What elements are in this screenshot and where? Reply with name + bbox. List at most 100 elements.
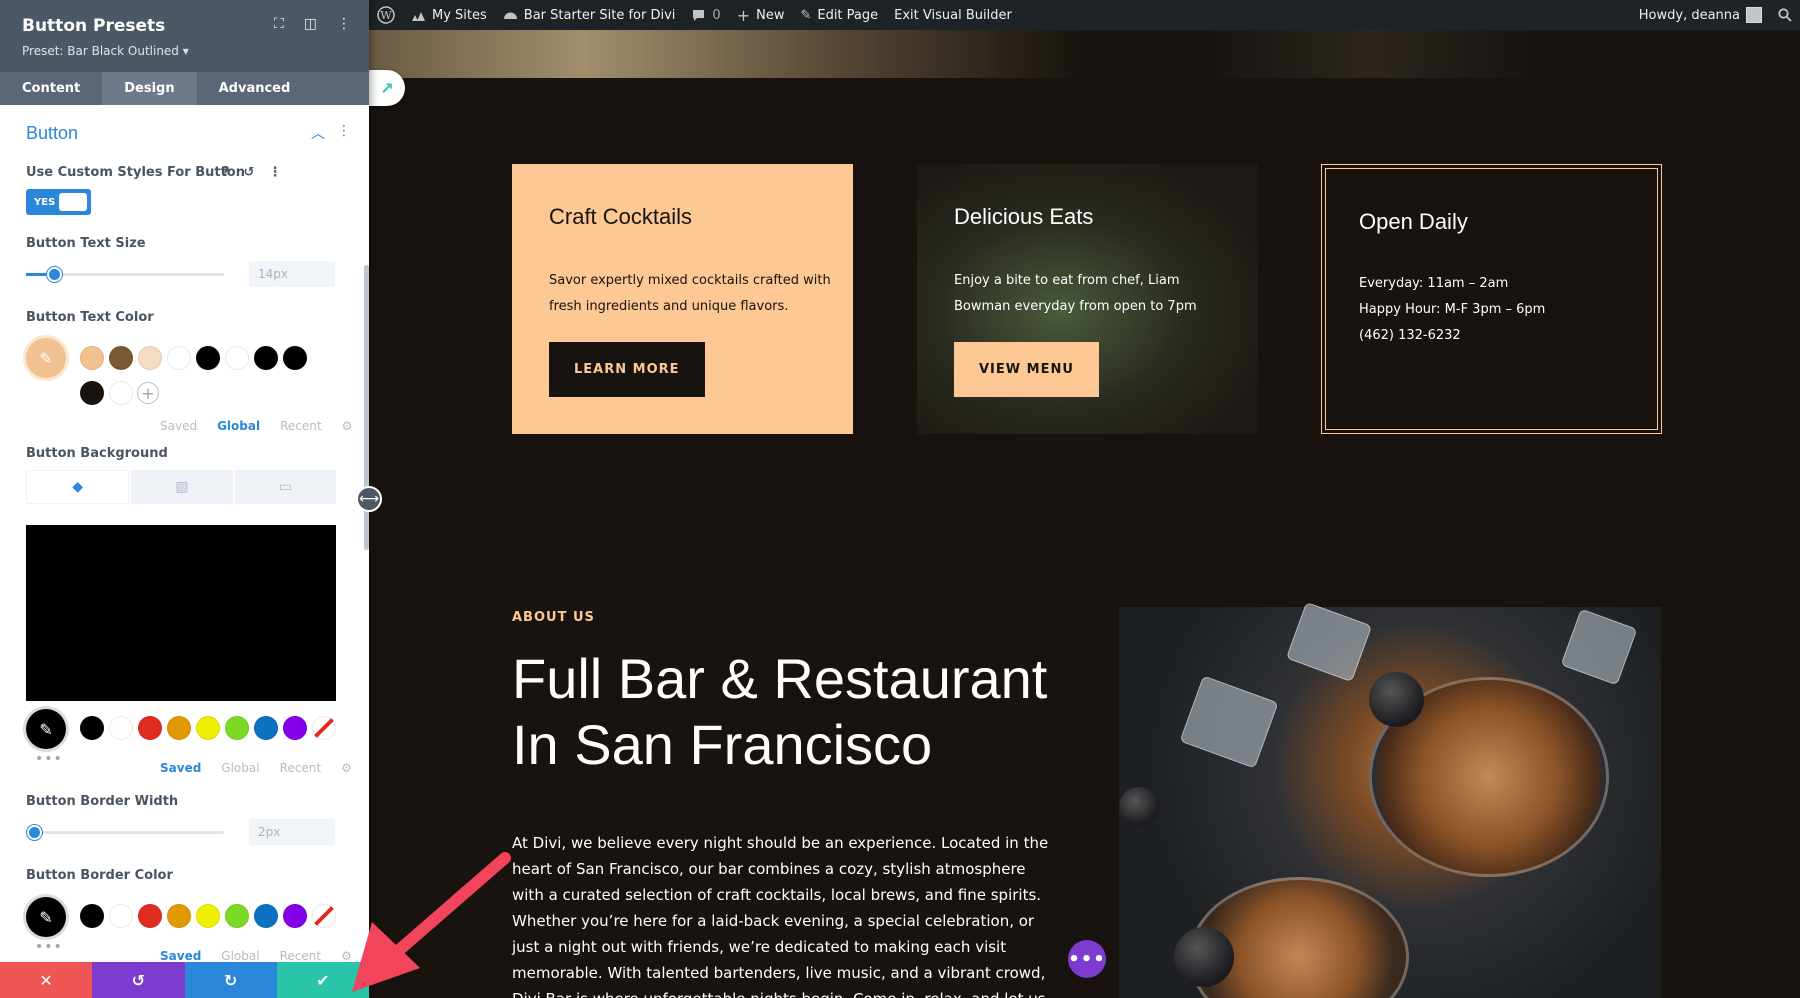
border-width-input[interactable]: 2px bbox=[249, 819, 335, 845]
my-sites-menu[interactable]: My Sites bbox=[403, 0, 495, 30]
palette-tab-global[interactable]: Global bbox=[221, 761, 259, 775]
color-swatch[interactable] bbox=[254, 904, 278, 928]
palette-tab-recent[interactable]: Recent bbox=[280, 949, 321, 962]
color-swatch[interactable] bbox=[167, 346, 191, 370]
section-more-icon[interactable]: ⋮ bbox=[337, 123, 351, 143]
slider-thumb[interactable] bbox=[47, 267, 62, 282]
add-color-icon[interactable]: + bbox=[137, 382, 159, 404]
panel-title: Button Presets bbox=[22, 16, 165, 36]
section-title[interactable]: Button bbox=[26, 123, 78, 144]
color-swatch[interactable] bbox=[80, 381, 104, 405]
site-name-label: Bar Starter Site for Divi bbox=[524, 8, 676, 23]
color-swatch[interactable] bbox=[225, 904, 249, 928]
builder-toggle-button[interactable]: ↗ bbox=[369, 70, 405, 106]
color-swatch[interactable] bbox=[225, 716, 249, 740]
reset-icon[interactable]: ↺ bbox=[244, 165, 255, 180]
border-eyedropper-icon[interactable]: ✎ bbox=[26, 897, 66, 937]
slider-thumb[interactable] bbox=[27, 825, 42, 840]
bg-image-tab-icon[interactable]: ▭ bbox=[235, 470, 336, 504]
comments-link[interactable]: 0 bbox=[683, 0, 728, 30]
palette-settings-icon[interactable]: ⚙ bbox=[341, 761, 352, 775]
wp-admin-bar: W My Sites Bar Starter Site for Divi 0 +… bbox=[369, 0, 1800, 30]
cancel-button[interactable]: ✕ bbox=[0, 962, 92, 998]
color-swatch[interactable] bbox=[109, 346, 133, 370]
color-swatch[interactable] bbox=[196, 346, 220, 370]
more-options-icon[interactable]: ⋮ bbox=[337, 16, 351, 32]
more-colors-icon[interactable]: ••• bbox=[35, 751, 63, 767]
palette-tab-recent[interactable]: Recent bbox=[280, 419, 321, 433]
text-color-eyedropper-icon[interactable]: ✎ bbox=[26, 338, 66, 378]
color-swatch[interactable] bbox=[80, 904, 104, 928]
fullscreen-icon[interactable]: ⛶ bbox=[274, 16, 284, 32]
color-swatch[interactable] bbox=[138, 716, 162, 740]
option-more-icon[interactable]: ⋮ bbox=[268, 165, 281, 180]
site-name-menu[interactable]: Bar Starter Site for Divi bbox=[495, 0, 684, 30]
palette-tab-saved[interactable]: Saved bbox=[160, 761, 201, 775]
palette-tab-global[interactable]: Global bbox=[221, 949, 259, 962]
tab-advanced[interactable]: Advanced bbox=[197, 72, 313, 105]
color-swatch[interactable] bbox=[109, 381, 133, 405]
color-swatch[interactable] bbox=[109, 716, 133, 740]
bg-gradient-tab-icon[interactable]: ▧ bbox=[131, 470, 232, 504]
palette-settings-icon[interactable]: ⚙ bbox=[342, 419, 353, 433]
split-view-icon[interactable]: ◫ bbox=[304, 16, 317, 32]
color-swatch[interactable] bbox=[138, 346, 162, 370]
page-canvas: Craft Cocktails Savor expertly mixed coc… bbox=[369, 30, 1800, 998]
text-size-input[interactable]: 14px bbox=[249, 261, 335, 287]
color-swatch[interactable] bbox=[109, 904, 133, 928]
color-swatch[interactable] bbox=[283, 904, 307, 928]
color-swatch[interactable] bbox=[254, 346, 278, 370]
custom-styles-toggle[interactable]: YES bbox=[26, 189, 91, 215]
color-swatch[interactable] bbox=[254, 716, 278, 740]
border-width-slider[interactable] bbox=[26, 831, 224, 834]
edit-page-link[interactable]: ✎ Edit Page bbox=[792, 0, 886, 30]
view-menu-button[interactable]: VIEW MENU bbox=[954, 342, 1099, 397]
palette-tab-global[interactable]: Global bbox=[217, 419, 260, 433]
background-color-preview[interactable] bbox=[26, 525, 336, 701]
toggle-label: YES bbox=[34, 197, 55, 208]
color-swatch[interactable] bbox=[283, 716, 307, 740]
account-menu[interactable]: Howdy, deanna bbox=[1631, 0, 1770, 30]
palette-tab-saved[interactable]: Saved bbox=[160, 949, 201, 962]
help-icon[interactable]: ? bbox=[222, 165, 230, 180]
bg-color-tab-paint-bucket-icon[interactable]: ◆ bbox=[26, 470, 129, 504]
card-title: Craft Cocktails bbox=[549, 204, 692, 230]
color-swatch[interactable] bbox=[167, 716, 191, 740]
color-swatch[interactable] bbox=[283, 346, 307, 370]
card-craft-cocktails[interactable]: Craft Cocktails Savor expertly mixed coc… bbox=[512, 164, 853, 434]
color-swatch[interactable] bbox=[80, 716, 104, 740]
palette-tab-saved[interactable]: Saved bbox=[160, 419, 197, 433]
no-color-icon[interactable] bbox=[312, 716, 336, 740]
color-swatch[interactable] bbox=[167, 904, 191, 928]
chevron-up-icon[interactable]: ︿ bbox=[311, 123, 325, 143]
panel-resize-handle-icon[interactable]: ⟷ bbox=[356, 486, 382, 512]
redo-button[interactable]: ↻ bbox=[185, 962, 277, 998]
card-open-daily[interactable]: Open Daily Everyday: 11am – 2am Happy Ho… bbox=[1321, 164, 1662, 434]
tab-design[interactable]: Design bbox=[102, 72, 196, 105]
background-palette-tabs: Saved Global Recent ⚙ bbox=[160, 761, 352, 775]
more-colors-icon[interactable]: ••• bbox=[35, 939, 63, 955]
color-swatch[interactable] bbox=[225, 346, 249, 370]
tab-content[interactable]: Content bbox=[0, 72, 102, 105]
about-eyebrow: ABOUT US bbox=[512, 610, 595, 625]
palette-tab-recent[interactable]: Recent bbox=[280, 761, 321, 775]
learn-more-button[interactable]: LEARN MORE bbox=[549, 342, 705, 397]
color-swatch[interactable] bbox=[80, 346, 104, 370]
text-size-slider[interactable] bbox=[26, 273, 224, 276]
custom-styles-label: Use Custom Styles For Button bbox=[26, 165, 245, 180]
color-swatch[interactable] bbox=[196, 904, 220, 928]
card-delicious-eats[interactable]: Delicious Eats Enjoy a bite to eat from … bbox=[917, 164, 1258, 434]
undo-button[interactable]: ↺ bbox=[92, 962, 184, 998]
preset-dropdown[interactable]: Preset: Bar Black Outlined ▾ bbox=[22, 44, 189, 58]
new-content-menu[interactable]: + New bbox=[729, 0, 793, 30]
background-eyedropper-icon[interactable]: ✎ bbox=[26, 709, 66, 749]
no-color-icon[interactable] bbox=[312, 904, 336, 928]
wordpress-logo-icon[interactable]: W bbox=[369, 0, 403, 30]
exit-visual-builder-link[interactable]: Exit Visual Builder bbox=[886, 0, 1020, 30]
search-icon[interactable] bbox=[1770, 0, 1800, 30]
color-swatch[interactable] bbox=[196, 716, 220, 740]
save-button[interactable]: ✔ bbox=[277, 962, 369, 998]
palette-settings-icon[interactable]: ⚙ bbox=[341, 949, 352, 962]
page-settings-button[interactable]: ••• bbox=[1068, 940, 1106, 978]
color-swatch[interactable] bbox=[138, 904, 162, 928]
